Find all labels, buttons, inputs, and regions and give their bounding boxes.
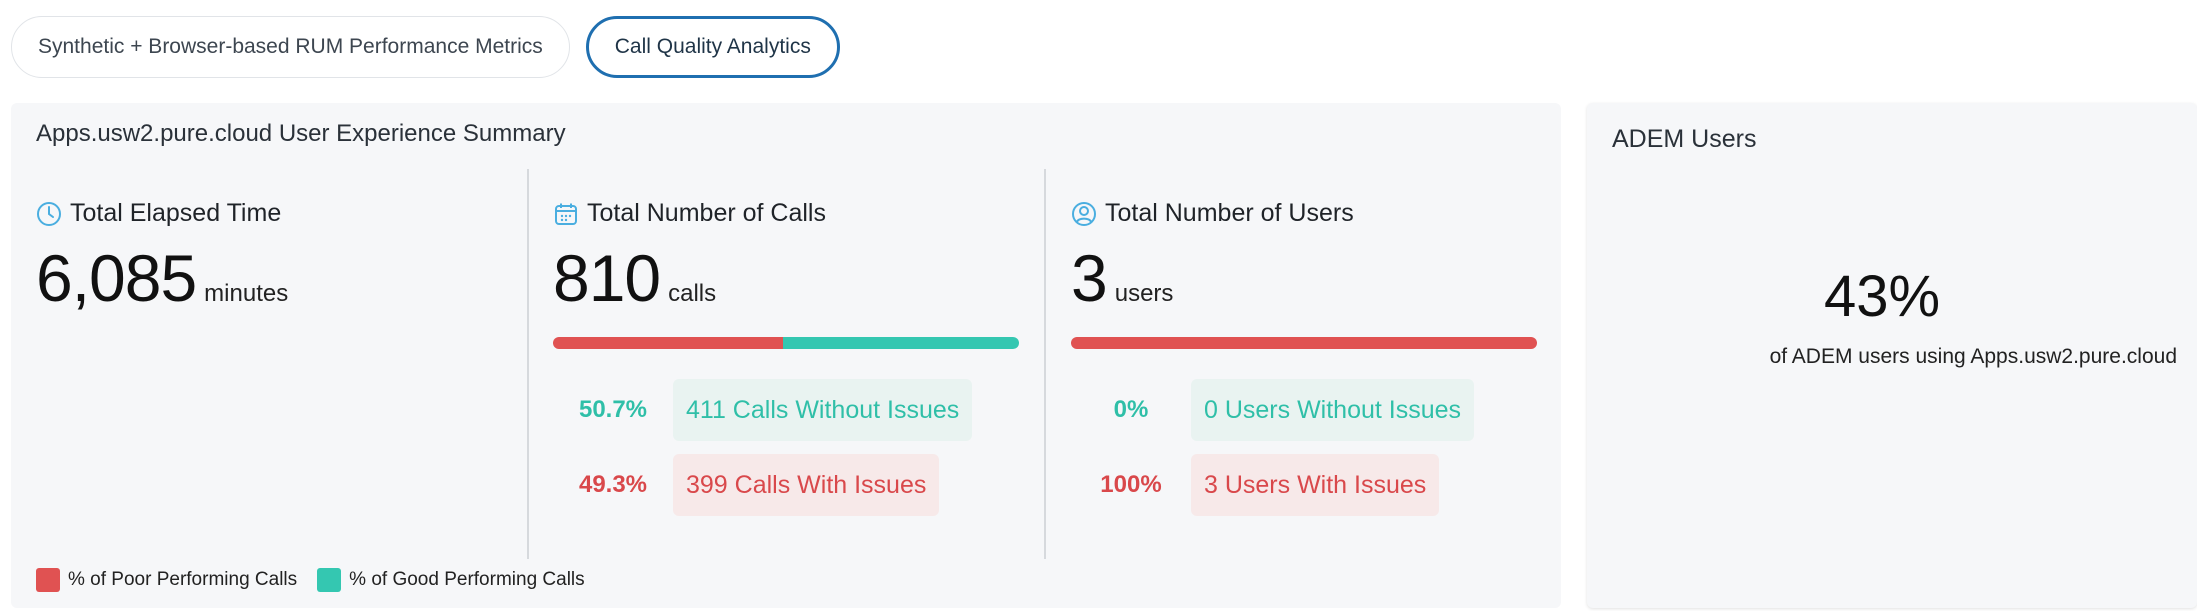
calls-good-segment bbox=[782, 337, 1019, 349]
adem-subtitle: of ADEM users using Apps.usw2.pure.cloud bbox=[1769, 345, 2177, 368]
elapsed-time-unit: minutes bbox=[204, 280, 289, 307]
adem-percent: 43% bbox=[1823, 264, 1941, 329]
legend-swatch-poor bbox=[36, 568, 60, 592]
users-quality-bar bbox=[1071, 337, 1537, 349]
legend-item-good: % of Good Performing Calls bbox=[317, 568, 585, 592]
users-unit: users bbox=[1114, 280, 1174, 307]
calls-with-issues-pill[interactable]: 399 Calls With Issues bbox=[673, 454, 940, 516]
column-divider bbox=[1044, 169, 1046, 559]
adem-users-card: ADEM Users 43% of ADEM users using Apps.… bbox=[1587, 103, 2197, 608]
calls-unit: calls bbox=[668, 280, 717, 307]
users-bad-percent: 100% bbox=[1100, 471, 1162, 498]
legend-label-good: % of Good Performing Calls bbox=[349, 569, 585, 590]
calls-quality-bar bbox=[553, 337, 1019, 349]
tab-synthetic-rum[interactable]: Synthetic + Browser-based RUM Performanc… bbox=[11, 16, 570, 78]
calls-value: 810 bbox=[553, 241, 661, 315]
tab-call-quality-analytics[interactable]: Call Quality Analytics bbox=[585, 16, 840, 78]
calls-without-issues-row: 50.7% 411 Calls Without Issues bbox=[553, 379, 973, 441]
users-without-issues-pill[interactable]: 0 Users Without Issues bbox=[1191, 379, 1475, 441]
calendar-icon bbox=[553, 201, 579, 227]
elapsed-time-value: 6,085 bbox=[36, 241, 197, 315]
view-tabs: Synthetic + Browser-based RUM Performanc… bbox=[11, 16, 840, 78]
users-metric: Total Number of Users 3 users 0% 0 Users… bbox=[1071, 169, 1561, 559]
calls-metric: Total Number of Calls 810 calls 50.7% 41… bbox=[553, 169, 1043, 559]
legend-item-poor: % of Poor Performing Calls bbox=[36, 568, 297, 592]
adem-title: ADEM Users bbox=[1612, 125, 1757, 153]
summary-title: Apps.usw2.pure.cloud User Experience Sum… bbox=[36, 120, 566, 147]
users-without-issues-row: 0% 0 Users Without Issues bbox=[1071, 379, 1475, 441]
legend: % of Poor Performing Calls % of Good Per… bbox=[36, 568, 595, 592]
users-value: 3 bbox=[1071, 241, 1108, 315]
elapsed-time-metric: Total Elapsed Time 6,085 minutes bbox=[36, 169, 526, 559]
users-with-issues-pill[interactable]: 3 Users With Issues bbox=[1191, 454, 1440, 516]
legend-swatch-good bbox=[317, 568, 342, 592]
calls-label: Total Number of Calls bbox=[587, 199, 826, 227]
calls-poor-segment bbox=[553, 337, 783, 349]
calls-without-issues-pill[interactable]: 411 Calls Without Issues bbox=[673, 379, 973, 441]
elapsed-time-label: Total Elapsed Time bbox=[70, 199, 282, 227]
users-with-issues-row: 100% 3 Users With Issues bbox=[1071, 454, 1440, 516]
calls-good-percent: 50.7% bbox=[578, 396, 648, 423]
calls-bad-percent: 49.3% bbox=[578, 471, 648, 498]
column-divider bbox=[527, 169, 529, 559]
users-poor-segment bbox=[1071, 337, 1537, 349]
users-label: Total Number of Users bbox=[1105, 199, 1354, 227]
calls-with-issues-row: 49.3% 399 Calls With Issues bbox=[553, 454, 940, 516]
users-good-percent: 0% bbox=[1113, 396, 1149, 423]
legend-label-poor: % of Poor Performing Calls bbox=[68, 569, 298, 590]
user-experience-summary-card: Apps.usw2.pure.cloud User Experience Sum… bbox=[11, 103, 1561, 608]
clock-icon bbox=[36, 201, 62, 227]
user-icon bbox=[1071, 201, 1097, 227]
